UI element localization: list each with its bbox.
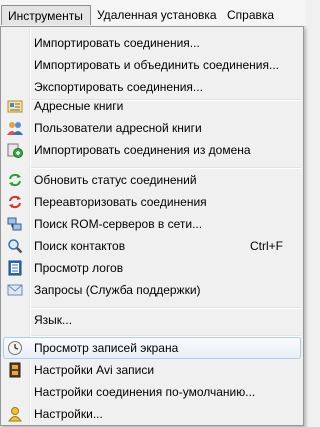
- menu-item-search-rom-servers[interactable]: Поиск ROM-серверов в сети...: [3, 213, 301, 235]
- refresh-icon: [7, 172, 23, 188]
- log-icon: [7, 260, 23, 276]
- menu-item-label: Адресные книги: [34, 99, 124, 113]
- menu-item-label: Поиск ROM-серверов в сети...: [34, 217, 203, 231]
- menu-bar: Инструменты Удаленная установка Справка: [0, 0, 306, 27]
- envelope-icon: [7, 282, 23, 298]
- menu-item-avi-settings[interactable]: Настройки Avi записи: [3, 359, 301, 381]
- settings-icon: [7, 406, 23, 422]
- menu-item-label: Просмотр логов: [34, 261, 124, 275]
- menu-item-label: Настройки соединения по-умолчанию...: [34, 385, 256, 399]
- menu-item-refresh-status[interactable]: Обновить статус соединений: [3, 169, 301, 191]
- menu-item-label: Экспортировать соединения...: [34, 80, 203, 94]
- menu-help[interactable]: Справка: [221, 6, 280, 24]
- menu-item-import-from-domain[interactable]: Импортировать соединения из домена: [3, 139, 301, 161]
- menu-item-search-contacts[interactable]: Поиск контактов Ctrl+F: [3, 235, 301, 257]
- menu-item-label: Импортировать соединения...: [34, 36, 200, 50]
- menu-tools[interactable]: Инструменты: [1, 5, 91, 25]
- menu-item-label: Пользователи адресной книги: [34, 121, 202, 135]
- menu-item-label: Поиск контактов: [34, 239, 126, 253]
- menu-item-language[interactable]: Язык...: [3, 309, 301, 331]
- menu-item-shortcut: Ctrl+F: [250, 239, 283, 253]
- menu-remote-install[interactable]: Удаленная установка: [91, 6, 223, 24]
- magnifier-icon: [7, 238, 23, 254]
- menu-item-label: Просмотр записей экрана: [34, 341, 179, 355]
- menu-item-import-merge-connections[interactable]: Импортировать и объединить соединения...: [3, 54, 301, 76]
- menu-item-label: Импортировать соединения из домена: [34, 143, 251, 157]
- menu-item-address-book-users[interactable]: Пользователи адресной книги: [3, 117, 301, 139]
- film-icon: [7, 362, 23, 378]
- address-book-icon: [7, 98, 23, 114]
- users-icon: [7, 120, 23, 136]
- menu-item-reauthorize[interactable]: Переавторизовать соединения: [3, 191, 301, 213]
- menu-item-import-connections[interactable]: Импортировать соединения...: [3, 32, 301, 54]
- menu-item-label: Настройки Avi записи: [34, 363, 155, 377]
- menu-item-default-connection-settings[interactable]: Настройки соединения по-умолчанию...: [3, 381, 301, 403]
- clock-icon: [7, 340, 23, 356]
- menu-item-label: Настройки...: [34, 407, 103, 421]
- menu-item-support-requests[interactable]: Запросы (Служба поддержки): [3, 279, 301, 301]
- tools-dropdown-menu: Импортировать соединения... Импортироват…: [0, 26, 304, 426]
- menu-item-label: Обновить статус соединений: [34, 173, 197, 187]
- menu-item-label: Язык...: [34, 313, 73, 327]
- menu-item-address-books[interactable]: Адресные книги: [3, 95, 301, 117]
- menu-item-screen-recordings[interactable]: Просмотр записей экрана: [3, 337, 301, 359]
- domain-import-icon: [7, 142, 23, 158]
- menu-item-label: Переавторизовать соединения: [34, 195, 207, 209]
- menu-item-label: Импортировать и объединить соединения...: [34, 58, 280, 72]
- menu-item-view-logs[interactable]: Просмотр логов: [3, 257, 301, 279]
- menu-item-label: Запросы (Служба поддержки): [34, 283, 201, 297]
- menu-item-settings[interactable]: Настройки...: [3, 403, 301, 425]
- network-search-icon: [7, 216, 23, 232]
- reauthorize-icon: [7, 194, 23, 210]
